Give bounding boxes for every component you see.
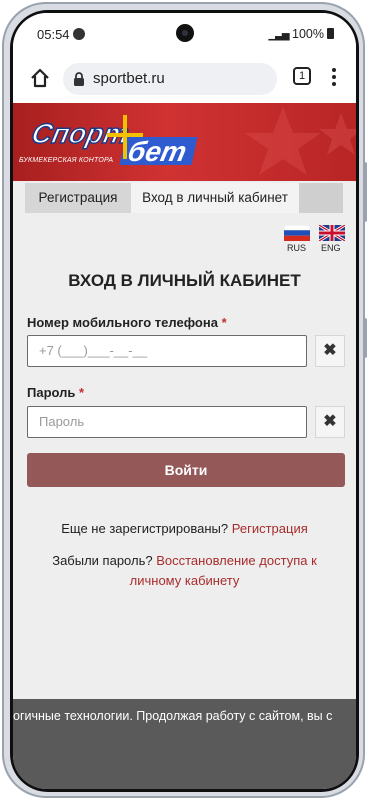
- volume-button: [363, 162, 367, 222]
- password-label: Пароль *: [27, 385, 84, 400]
- uk-flag-icon[interactable]: [319, 225, 345, 241]
- phone-screen: 05:54 ▁▃▅ 100% sportbet.ru 1 Спорт бет Б…: [13, 13, 356, 789]
- front-camera: [176, 24, 194, 42]
- forgot-password-prompt: Забыли пароль? Восстановление доступа к …: [13, 551, 356, 591]
- status-time: 05:54: [37, 27, 70, 42]
- battery-icon: [327, 28, 334, 39]
- cookie-text: огичные технологии. Продолжая работу с с…: [13, 709, 333, 723]
- not-registered-text: Еще не зарегистрированы?: [61, 521, 229, 536]
- password-label-text: Пароль: [27, 385, 76, 400]
- register-prompt: Еще не зарегистрированы? Регистрация: [13, 521, 356, 536]
- phone-label: Номер мобильного телефона *: [27, 315, 227, 330]
- required-mark: *: [221, 315, 227, 330]
- lang-eng-label[interactable]: ENG: [321, 243, 341, 253]
- cookie-banner: огичные технологии. Продолжая работу с с…: [13, 699, 356, 789]
- battery-level: 100%: [292, 27, 324, 41]
- phone-input[interactable]: +7 (___)___-__-__: [27, 335, 307, 367]
- tabs-button[interactable]: 1: [293, 67, 311, 85]
- lang-rus-label[interactable]: RUS: [287, 243, 306, 253]
- russia-flag-icon[interactable]: [284, 225, 310, 241]
- status-right: ▁▃▅ 100%: [268, 27, 334, 41]
- home-icon[interactable]: [29, 67, 51, 89]
- url-text: sportbet.ru: [93, 70, 165, 87]
- password-input[interactable]: Пароль: [27, 406, 307, 438]
- svg-text:бет: бет: [125, 135, 189, 167]
- tab-registration[interactable]: Регистрация: [25, 183, 131, 213]
- required-mark: *: [79, 385, 85, 400]
- browser-toolbar: sportbet.ru 1: [13, 53, 356, 103]
- logo-tagline: БУКМЕКЕРСКАЯ КОНТОРА: [19, 157, 114, 164]
- restore-access-link[interactable]: Восстановление доступа к: [156, 553, 317, 568]
- tab-login[interactable]: Вход в личный кабинет: [131, 183, 299, 213]
- phone-label-text: Номер мобильного телефона: [27, 315, 218, 330]
- address-bar[interactable]: sportbet.ru: [63, 63, 277, 95]
- power-button: [363, 318, 367, 358]
- register-link[interactable]: Регистрация: [232, 521, 308, 536]
- lock-icon: [74, 72, 84, 86]
- auth-tabs: Регистрация Вход в личный кабинет: [25, 183, 343, 213]
- signal-icon: ▁▃▅: [268, 30, 289, 41]
- site-header: Спорт бет БУКМЕКЕРСКАЯ КОНТОРА: [13, 103, 356, 181]
- restore-access-link-line2[interactable]: личному кабинету: [130, 573, 240, 588]
- page-title: ВХОД В ЛИЧНЫЙ КАБИНЕТ: [68, 271, 301, 290]
- clear-phone-button[interactable]: ✖: [315, 335, 345, 367]
- notification-icon: [73, 28, 85, 40]
- login-button[interactable]: Войти: [27, 453, 345, 487]
- status-bar: 05:54 ▁▃▅ 100%: [13, 13, 356, 53]
- phone-frame: 05:54 ▁▃▅ 100% sportbet.ru 1 Спорт бет Б…: [2, 2, 367, 798]
- star-decoration: [245, 107, 356, 175]
- phone-bezel: 05:54 ▁▃▅ 100% sportbet.ru 1 Спорт бет Б…: [10, 10, 359, 792]
- clear-password-button[interactable]: ✖: [315, 406, 345, 438]
- more-menu-icon[interactable]: [331, 67, 337, 87]
- forgot-text: Забыли пароль?: [52, 553, 153, 568]
